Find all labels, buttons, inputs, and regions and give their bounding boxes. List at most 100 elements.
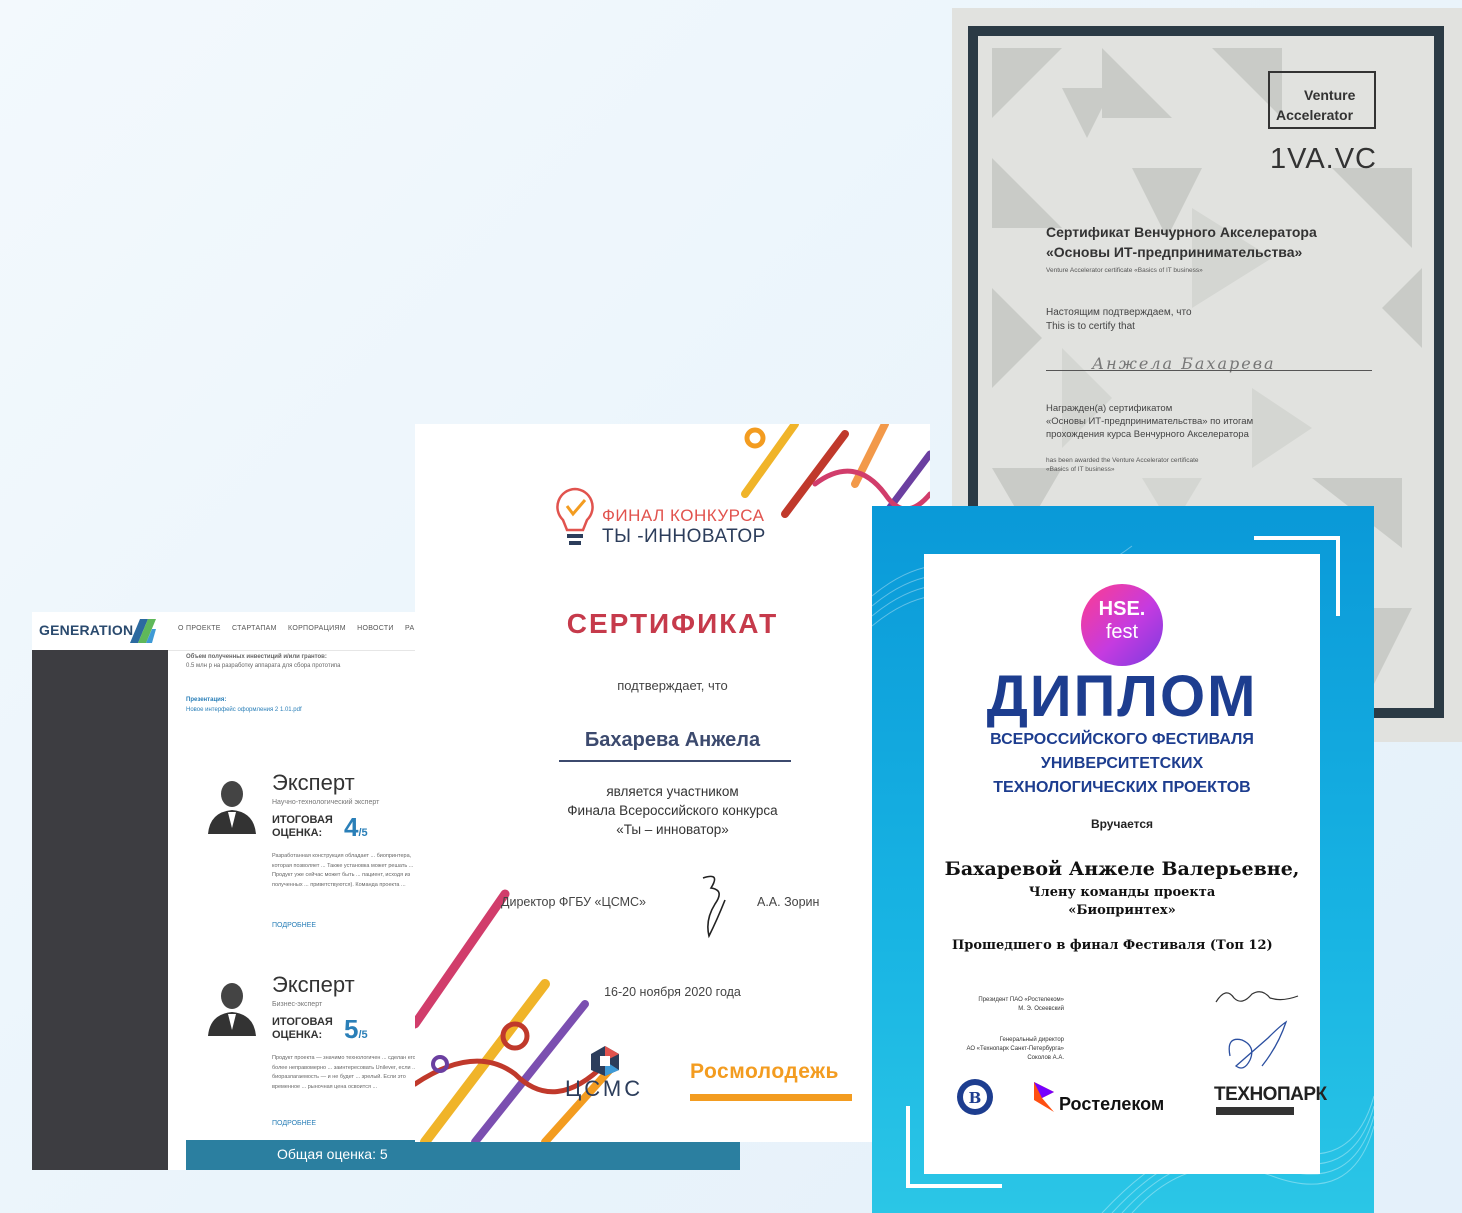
award-en-line: has been awarded the Venture Accelerator… (1046, 457, 1199, 464)
technopark-logo-text: ТЕХНОПАРК (1214, 1084, 1327, 1105)
signer-line: Президент ПАО «Ростелеком» (978, 997, 1064, 1003)
technopark-logo-bar (1216, 1107, 1294, 1115)
certificate-heading: СЕРТИФИКАТ (566, 608, 779, 639)
presentation-label: Презентация: (186, 697, 227, 703)
signature-rostelecom (1215, 991, 1299, 1003)
expert-comment: Продукт проекта — значимо технологичен .… (272, 1055, 417, 1090)
confirms-text: подтверждает, что (617, 678, 728, 693)
venture-confirm-text: Настоящим подтверждаем, что This is to c… (1046, 306, 1192, 334)
expert-title: Эксперт (272, 770, 355, 795)
festival-title-line: ТЕХНОЛОГИЧЕСКИХ ПРОЕКТОВ (993, 779, 1251, 796)
final-score-label-line: ОЦЕНКА: (272, 1029, 323, 1041)
nav-link[interactable]: О ПРОЕКТЕ (178, 625, 221, 632)
total-score-text: Общая оценка: 5 (277, 1146, 388, 1162)
expert-score: 4/5 (344, 812, 368, 843)
expert-title: Эксперт (272, 972, 355, 997)
title-line: «Основы ИТ-предпринимательства» (1046, 244, 1303, 260)
nav-link[interactable]: НОВОСТИ (357, 625, 394, 632)
expert-score: 5/5 (344, 1014, 368, 1045)
confirm-line: This is to certify that (1046, 321, 1135, 332)
csmc-logo-icon (591, 1046, 619, 1076)
signer-line: Соколов А.А. (1027, 1055, 1064, 1061)
final-score-label-line: ИТОГОВАЯ (272, 1016, 333, 1028)
award-en-line: «Basics of IT business» (1046, 466, 1115, 473)
hse-university-emblem-icon: В (957, 1079, 993, 1115)
svg-text:В: В (969, 1089, 982, 1107)
team-member-line: Члену команды проекта (1028, 885, 1216, 900)
rosmolodezh-logo-text: Росмолодежь (690, 1060, 839, 1083)
signer-line: Генеральный директор (999, 1037, 1064, 1043)
hse-fest-logo: HSE. fest (1081, 584, 1163, 666)
investments-value: 0.5 млн р на разработку аппарата для сбо… (186, 663, 341, 669)
contest-name: ТЫ -ИННОВАТОР (602, 526, 766, 547)
nav-link[interactable]: КОРПОРАЦИЯМ (288, 625, 346, 632)
participation-line: «Ты – инноватор» (616, 822, 729, 837)
recipient-name: Бахарева Анжела (584, 729, 761, 751)
director-title: Директор ФГБУ «ЦСМС» (501, 895, 647, 909)
signature-line (1046, 370, 1372, 371)
score-max: /5 (358, 827, 368, 839)
venture-certificate-title: Сертификат Венчурного Акселератора «Осно… (1046, 222, 1317, 262)
venture-domain: 1VA.VC (1270, 143, 1378, 175)
director-signature (702, 875, 726, 939)
hse-fest-diploma: HSE. fest ДИПЛОМ ВСЕРОССИЙСКОГО ФЕСТИВАЛ… (872, 506, 1374, 1213)
contest-final-label: ФИНАЛ КОНКУРСА (602, 506, 765, 525)
participation-text: является участником Финала Всероссийског… (415, 782, 930, 839)
more-link[interactable]: ПОДРОБНЕЕ (272, 922, 316, 929)
signer-rostelecom: Президент ПАО «Ростелеком» М. Э. Осеевск… (940, 996, 1064, 1014)
nav-link[interactable]: СТАРТАПАМ (232, 625, 277, 632)
expert-role: Научно-технологический эксперт (272, 799, 380, 806)
festival-title-line: ВСЕРОССИЙСКОГО ФЕСТИВАЛЯ (990, 731, 1254, 748)
director-name: А.А. Зорин (757, 895, 820, 909)
score-value: 5 (344, 1014, 359, 1044)
title-line: Сертификат Венчурного Акселератора (1046, 224, 1317, 240)
presentation-link[interactable]: Новое интерфейс оформления 2 1.01.pdf (186, 706, 302, 715)
award-line: Награжден(а) сертификатом (1046, 403, 1173, 414)
generation-nav-links: О ПРОЕКТЕ СТАРТАПАМ КОРПОРАЦИЯМ НОВОСТИ … (178, 625, 443, 632)
final-score-label: ИТОГОВАЯ ОЦЕНКА: (272, 814, 333, 840)
rostelecom-logo-text: Ростелеком (1059, 1094, 1165, 1114)
final-score-label-line: ОЦЕНКА: (272, 827, 323, 839)
event-dates: 16-20 ноября 2020 года (604, 985, 741, 999)
award-line: «Основы ИТ-предпринимательства» по итога… (1046, 416, 1254, 427)
venture-award-text-en: has been awarded the Venture Accelerator… (1046, 456, 1198, 474)
team-member-line: «Биопринтех» (1068, 903, 1176, 918)
signer-line: АО «Технопарк Санкт-Петербурга» (966, 1046, 1064, 1052)
csmc-logo-text: ЦСМС (565, 1076, 644, 1101)
participation-line: является участником (606, 784, 739, 799)
score-value: 4 (344, 812, 359, 842)
name-underline (559, 760, 791, 762)
generation-logo-icon (130, 619, 156, 643)
festival-title-line: УНИВЕРСИТЕТСКИХ (1040, 755, 1204, 772)
more-link[interactable]: ПОДРОБНЕЕ (272, 1120, 316, 1127)
rosmolodezh-logo-bar (690, 1094, 852, 1101)
participation-line: Финала Всероссийского конкурса (567, 803, 778, 818)
festival-title: ВСЕРОССИЙСКОГО ФЕСТИВАЛЯ УНИВЕРСИТЕТСКИХ… (924, 728, 1320, 800)
generation-logo[interactable]: GENERATION (39, 622, 133, 638)
fest-logo-text: fest (1105, 621, 1139, 643)
venture-subtitle: Venture Accelerator certificate «Basics … (1046, 267, 1203, 274)
team-member-text: Члену команды проекта «Биопринтех» (924, 884, 1320, 920)
score-max: /5 (358, 1029, 368, 1041)
signer-line: М. Э. Осеевский (1018, 1006, 1064, 1012)
lightbulb-icon (556, 487, 594, 545)
diploma-heading: ДИПЛОМ (986, 664, 1258, 729)
signer-technopark: Генеральный директор АО «Технопарк Санкт… (940, 1036, 1064, 1063)
awarded-label: Вручается (1090, 817, 1154, 831)
final-score-label-line: ИТОГОВАЯ (272, 814, 333, 826)
venture-logo-line: Accelerator (1276, 107, 1354, 123)
award-line: прохождения курса Венчурного Акселератор… (1046, 429, 1249, 440)
hse-logo-text: HSE. (1098, 598, 1146, 620)
rostelecom-logo-icon (1034, 1082, 1054, 1112)
expert-comment: Разработанная конструкция обладает ... б… (272, 853, 414, 888)
diploma-recipient: Бахаревой Анжеле Валерьевне, (944, 858, 1300, 880)
investments-label: Объем полученных инвестиций и/или гранто… (186, 654, 327, 660)
signature-technopark (1228, 1020, 1288, 1069)
confirm-line: Настоящим подтверждаем, что (1046, 307, 1192, 318)
innovator-certificate: ФИНАЛ КОНКУРСА ТЫ -ИННОВАТОР СЕРТИФИКАТ … (415, 424, 930, 1142)
generation-sidebar (32, 650, 168, 1170)
expert-avatar-icon (208, 983, 256, 1036)
expert-avatar-icon (208, 781, 256, 834)
total-score-bar: Общая оценка: 5 (186, 1140, 740, 1170)
expert-role: Бизнес-эксперт (272, 1001, 323, 1008)
